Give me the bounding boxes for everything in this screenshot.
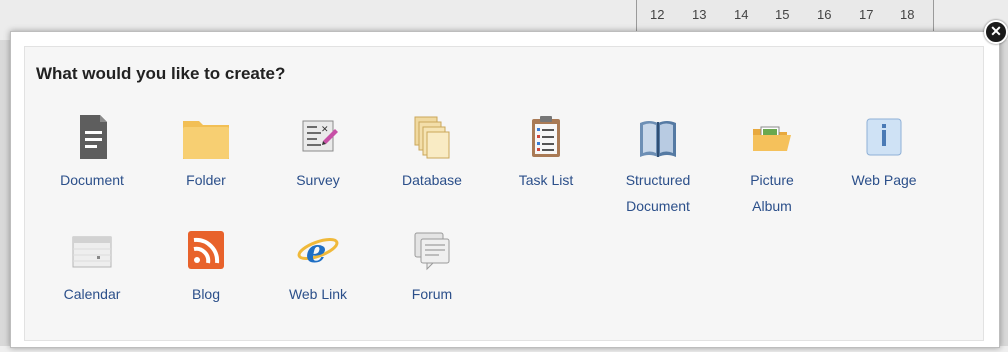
calendar-day: 18 (900, 7, 915, 22)
item-label: Survey (296, 172, 340, 188)
create-web-page-button[interactable]: Web Page (829, 113, 939, 193)
item-label: Structured Document (603, 167, 713, 219)
web-link-icon: e (293, 227, 343, 275)
item-label: Database (402, 172, 462, 188)
item-label: Web Page (851, 172, 917, 188)
item-label: Folder (186, 172, 226, 188)
calendar-day: 17 (859, 7, 874, 22)
item-label: Blog (191, 286, 221, 302)
forum-icon (407, 227, 457, 275)
item-label: Task List (518, 172, 574, 188)
picture-album-icon (747, 113, 797, 161)
create-dialog-body: What would you like to create? Document (24, 46, 984, 341)
create-task-list-button[interactable]: Task List (491, 113, 601, 193)
create-document-button[interactable]: Document (37, 113, 147, 193)
svg-text:✕: ✕ (321, 125, 329, 135)
calendar-day: 13 (692, 7, 707, 22)
item-label-line: Album (752, 198, 792, 214)
item-label: Picture Album (717, 167, 827, 219)
calendar-day: 15 (775, 7, 790, 22)
create-picture-album-button[interactable]: Picture Album (717, 113, 827, 219)
create-survey-button[interactable]: ✕ Survey (263, 113, 373, 193)
item-label: Web Link (288, 286, 348, 302)
calendar-icon (67, 227, 117, 275)
item-label: Document (60, 172, 124, 188)
task-list-icon (521, 113, 571, 161)
document-icon (67, 113, 117, 161)
structured-document-icon (633, 113, 683, 161)
create-structured-document-button[interactable]: Structured Document (603, 113, 713, 219)
item-label-line: Picture (750, 172, 794, 188)
create-dialog: What would you like to create? Document (10, 31, 1000, 348)
item-label: Forum (411, 286, 453, 302)
calendar-day: 14 (734, 7, 749, 22)
create-folder-button[interactable]: Folder (151, 113, 261, 193)
item-label-line: Document (626, 198, 690, 214)
web-page-icon (859, 113, 909, 161)
calendar-day: 16 (817, 7, 832, 22)
create-forum-button[interactable]: Forum (377, 227, 487, 307)
create-calendar-button[interactable]: Calendar (37, 227, 147, 307)
create-blog-button[interactable]: Blog (151, 227, 261, 307)
svg-text:e: e (306, 232, 326, 270)
survey-icon: ✕ (293, 113, 343, 161)
item-label: Calendar (63, 286, 121, 302)
item-label-line: Structured (625, 172, 691, 188)
folder-icon (181, 113, 231, 161)
blog-icon (181, 227, 231, 275)
calendar-day: 12 (650, 7, 665, 22)
close-icon[interactable]: ✕ (984, 20, 1008, 44)
create-database-button[interactable]: Database (377, 113, 487, 193)
database-icon (407, 113, 457, 161)
dialog-title: What would you like to create? (36, 64, 286, 83)
create-web-link-button[interactable]: e Web Link (263, 227, 373, 307)
